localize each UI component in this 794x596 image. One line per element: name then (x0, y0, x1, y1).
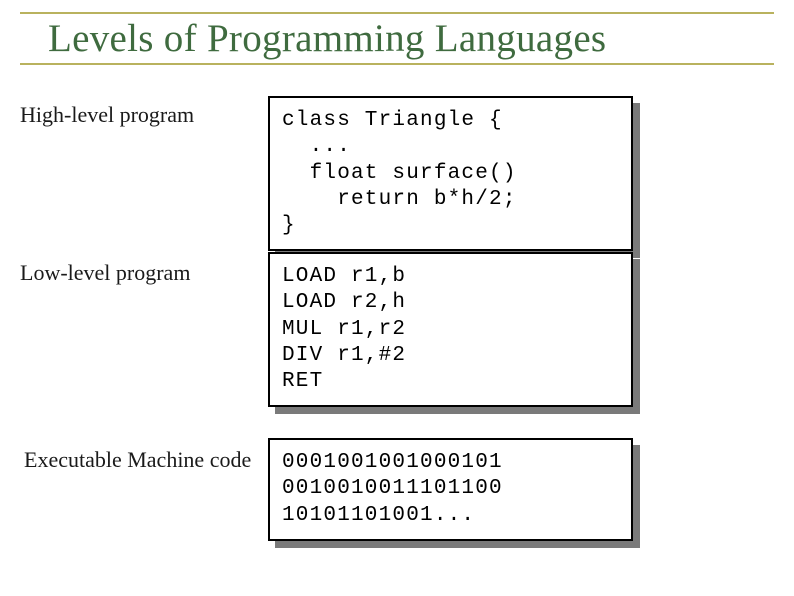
code-high-level: class Triangle { ... float surface() ret… (282, 108, 619, 239)
codebox-low-level: LOAD r1,b LOAD r2,h MUL r1,r2 DIV r1,#2 … (268, 252, 633, 407)
code-machine-code: 0001001001000101 0010010011101100 101011… (282, 450, 619, 529)
codebox-machine-code: 0001001001000101 0010010011101100 101011… (268, 438, 633, 541)
codebox-frame: 0001001001000101 0010010011101100 101011… (268, 438, 633, 541)
codebox-high-level: class Triangle { ... float surface() ret… (268, 96, 633, 251)
codebox-frame: LOAD r1,b LOAD r2,h MUL r1,r2 DIV r1,#2 … (268, 252, 633, 407)
label-low-level: Low-level program (20, 260, 190, 286)
slide: Levels of Programming Languages High-lev… (0, 0, 794, 596)
title-rule-top (20, 12, 774, 14)
label-machine-code: Executable Machine code (24, 447, 251, 473)
codebox-frame: class Triangle { ... float surface() ret… (268, 96, 633, 251)
label-high-level: High-level program (20, 102, 194, 128)
slide-title: Levels of Programming Languages (48, 16, 774, 61)
code-low-level: LOAD r1,b LOAD r2,h MUL r1,r2 DIV r1,#2 … (282, 264, 619, 395)
title-rule-bottom (20, 63, 774, 65)
title-block: Levels of Programming Languages (20, 12, 774, 65)
